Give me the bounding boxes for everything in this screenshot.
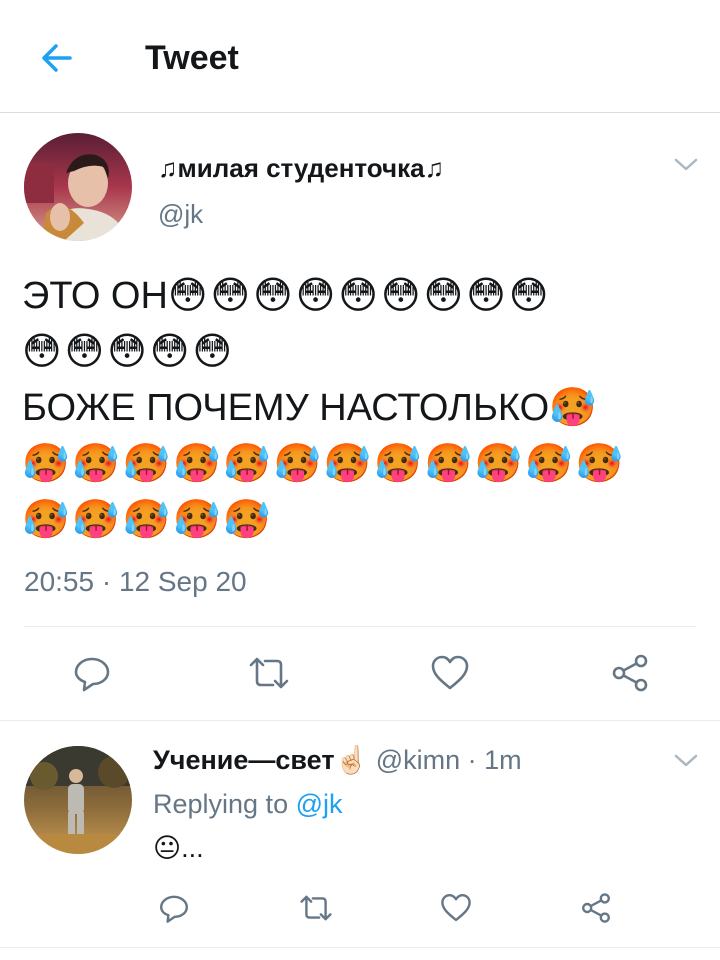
- replying-to: Replying to @jk: [153, 787, 343, 821]
- share-button[interactable]: [606, 649, 654, 697]
- share-icon: [612, 654, 648, 692]
- chevron-down-icon: [674, 158, 698, 171]
- reply-retweet-button[interactable]: [292, 884, 340, 932]
- page-title: Tweet: [145, 39, 239, 77]
- reply-share-button[interactable]: [572, 884, 620, 932]
- retweet-icon: [300, 895, 332, 921]
- reply-header: Учение—свет☝🏻 @kimn · 1m: [153, 743, 522, 777]
- reply-text: 😐...: [153, 833, 204, 863]
- top-bar: Tweet: [0, 0, 720, 113]
- retweet-button[interactable]: [245, 649, 293, 697]
- main-tweet: ♫милая студенточка♫ @jk ЭТО ОН😳😳😳😳😳😳😳😳😳 …: [0, 113, 720, 721]
- replying-mention-link[interactable]: @jk: [296, 789, 343, 819]
- reply-reply-button[interactable]: [150, 884, 198, 932]
- tweet-options-button[interactable]: [672, 155, 700, 175]
- arrow-left-icon: [42, 44, 72, 72]
- tweet-text-line1: ЭТО ОН: [22, 275, 168, 317]
- heart-icon: [431, 655, 469, 690]
- share-icon: [582, 893, 610, 923]
- reply-icon: [160, 895, 188, 923]
- like-button[interactable]: [426, 649, 474, 697]
- tweet-emoji-line2: 😳😳😳😳😳: [22, 331, 236, 373]
- replying-prefix: Replying to: [153, 789, 289, 819]
- tweet-text: ЭТО ОН😳😳😳😳😳😳😳😳😳 😳😳😳😳😳 БОЖЕ ПОЧЕМУ НАСТОЛ…: [22, 268, 702, 548]
- tweet-emoji-line5: 🥵🥵🥵🥵🥵: [22, 499, 274, 541]
- avatar[interactable]: [24, 133, 132, 241]
- heart-icon: [441, 894, 471, 922]
- retweet-icon: [249, 657, 289, 689]
- back-button[interactable]: [34, 36, 78, 80]
- reply-button[interactable]: [68, 649, 116, 697]
- author-handle[interactable]: @jk: [158, 199, 203, 229]
- tweet-text-line3: БОЖЕ ПОЧЕМУ НАСТОЛЬКО: [22, 387, 550, 429]
- tweet-emoji-line3: 🥵: [549, 387, 600, 429]
- divider: [24, 626, 696, 627]
- reply-author-name[interactable]: Учение—свет: [153, 745, 335, 775]
- chevron-down-icon: [674, 754, 698, 767]
- reply-tweet[interactable]: Учение—свет☝🏻 @kimn · 1m Replying to @jk…: [0, 721, 720, 948]
- reply-avatar[interactable]: [24, 746, 132, 854]
- tweet-emoji-line4: 🥵🥵🥵🥵🥵🥵🥵🥵🥵🥵🥵🥵: [22, 443, 626, 485]
- tweet-timestamp[interactable]: 20:55 · 12 Sep 20: [24, 564, 247, 600]
- author-name[interactable]: ♫милая студенточка♫: [158, 153, 444, 183]
- tweet-emoji-line1: 😳😳😳😳😳😳😳😳😳: [167, 275, 552, 317]
- reply-icon: [74, 657, 110, 692]
- reply-name-emoji: ☝🏻: [334, 745, 369, 775]
- reply-like-button[interactable]: [432, 884, 480, 932]
- reply-meta: @kimn · 1m: [375, 745, 522, 775]
- reply-options-button[interactable]: [672, 751, 700, 771]
